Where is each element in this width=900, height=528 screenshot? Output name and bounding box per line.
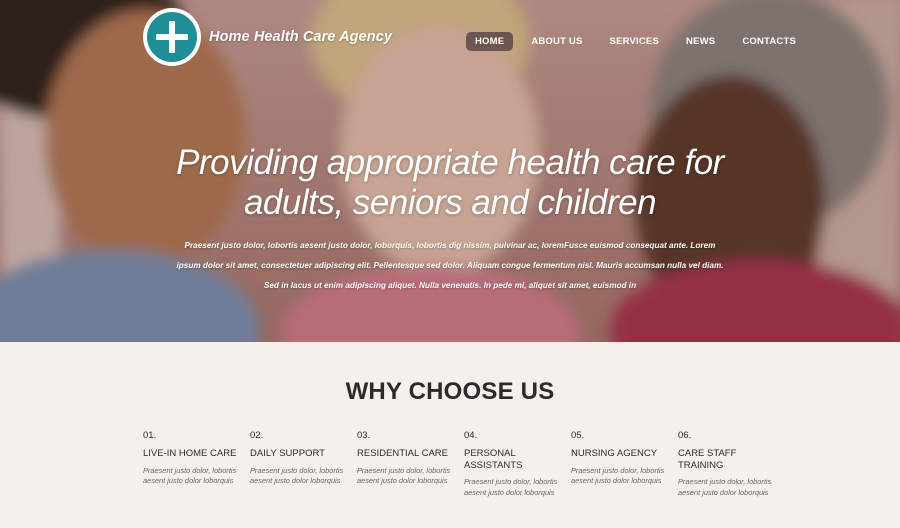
feature-number: 03. bbox=[357, 430, 371, 441]
feature-description: Praesent justo dolor, lobortis aesent ju… bbox=[678, 477, 772, 497]
nav-item-about-us[interactable]: ABOUT US bbox=[522, 32, 591, 51]
nav-item-home[interactable]: HOME bbox=[466, 32, 514, 51]
feature-number: 04. bbox=[464, 430, 478, 441]
hero-description: Praesent justo dolor, lobortis aesent ju… bbox=[176, 236, 724, 296]
feature-title: RESIDENTIAL CARE bbox=[357, 448, 448, 459]
hero-title-line: Providing appropriate health care for bbox=[176, 143, 724, 182]
feature-description: Praesent justo dolor, lobortis aesent ju… bbox=[357, 465, 451, 486]
nav-item-contacts[interactable]: CONTACTS bbox=[733, 32, 805, 51]
feature-item: 03. RESIDENTIAL CARE Praesent justo dolo… bbox=[357, 430, 464, 498]
nav-item-news[interactable]: NEWS bbox=[677, 32, 724, 51]
feature-number: 06. bbox=[678, 430, 692, 441]
feature-description: Praesent justo dolor, lobortis aesent ju… bbox=[464, 477, 558, 497]
main-nav: HOME ABOUT US SERVICES NEWS CONTACTS bbox=[466, 32, 814, 51]
feature-title: PERSONAL ASSISTANTS bbox=[464, 448, 523, 471]
feature-title: LIVE-IN HOME CARE bbox=[143, 448, 237, 459]
feature-item: 06. CARE STAFF TRAINING Praesent justo d… bbox=[678, 430, 785, 498]
hero-title: Providing appropriate health care for ad… bbox=[0, 143, 900, 223]
medical-cross-icon bbox=[143, 8, 201, 66]
feature-number: 05. bbox=[571, 430, 585, 441]
feature-number: 01. bbox=[143, 430, 157, 441]
hero-title-line: adults, seniors and children bbox=[243, 183, 657, 222]
feature-item: 05. NURSING AGENCY Praesent justo dolor,… bbox=[571, 430, 678, 498]
feature-title: DAILY SUPPORT bbox=[250, 448, 325, 459]
hero-text-line: Praesent justo dolor, lobortis aesent ju… bbox=[184, 241, 716, 250]
hero-banner: Home Health Care Agency HOME ABOUT US SE… bbox=[0, 0, 900, 342]
hero-text-line: ipsum dolor sit amet, consectetuer adipi… bbox=[176, 261, 724, 270]
features-list: 01. LIVE-IN HOME CARE Praesent justo dol… bbox=[143, 430, 785, 498]
brand-logo[interactable]: Home Health Care Agency bbox=[143, 8, 392, 66]
feature-description: Praesent justo dolor, lobortis aesent ju… bbox=[250, 465, 344, 486]
feature-item: 04. PERSONAL ASSISTANTS Praesent justo d… bbox=[464, 430, 571, 498]
feature-title: NURSING AGENCY bbox=[571, 448, 658, 459]
feature-item: 02. DAILY SUPPORT Praesent justo dolor, … bbox=[250, 430, 357, 498]
feature-description: Praesent justo dolor, lobortis aesent ju… bbox=[571, 465, 665, 486]
feature-number: 02. bbox=[250, 430, 264, 441]
nav-item-services[interactable]: SERVICES bbox=[601, 32, 668, 51]
feature-title: CARE STAFF TRAINING bbox=[678, 448, 737, 471]
section-title: WHY CHOOSE US bbox=[345, 378, 555, 405]
hero-text-line: Sed in lacus ut enim adipiscing aliquet.… bbox=[263, 281, 637, 290]
brand-name: Home Health Care Agency bbox=[209, 29, 393, 45]
feature-description: Praesent justo dolor, lobortis aesent ju… bbox=[143, 465, 237, 486]
feature-item: 01. LIVE-IN HOME CARE Praesent justo dol… bbox=[143, 430, 250, 498]
why-choose-us-section: WHY CHOOSE US 01. LIVE-IN HOME CARE Prae… bbox=[0, 342, 900, 528]
